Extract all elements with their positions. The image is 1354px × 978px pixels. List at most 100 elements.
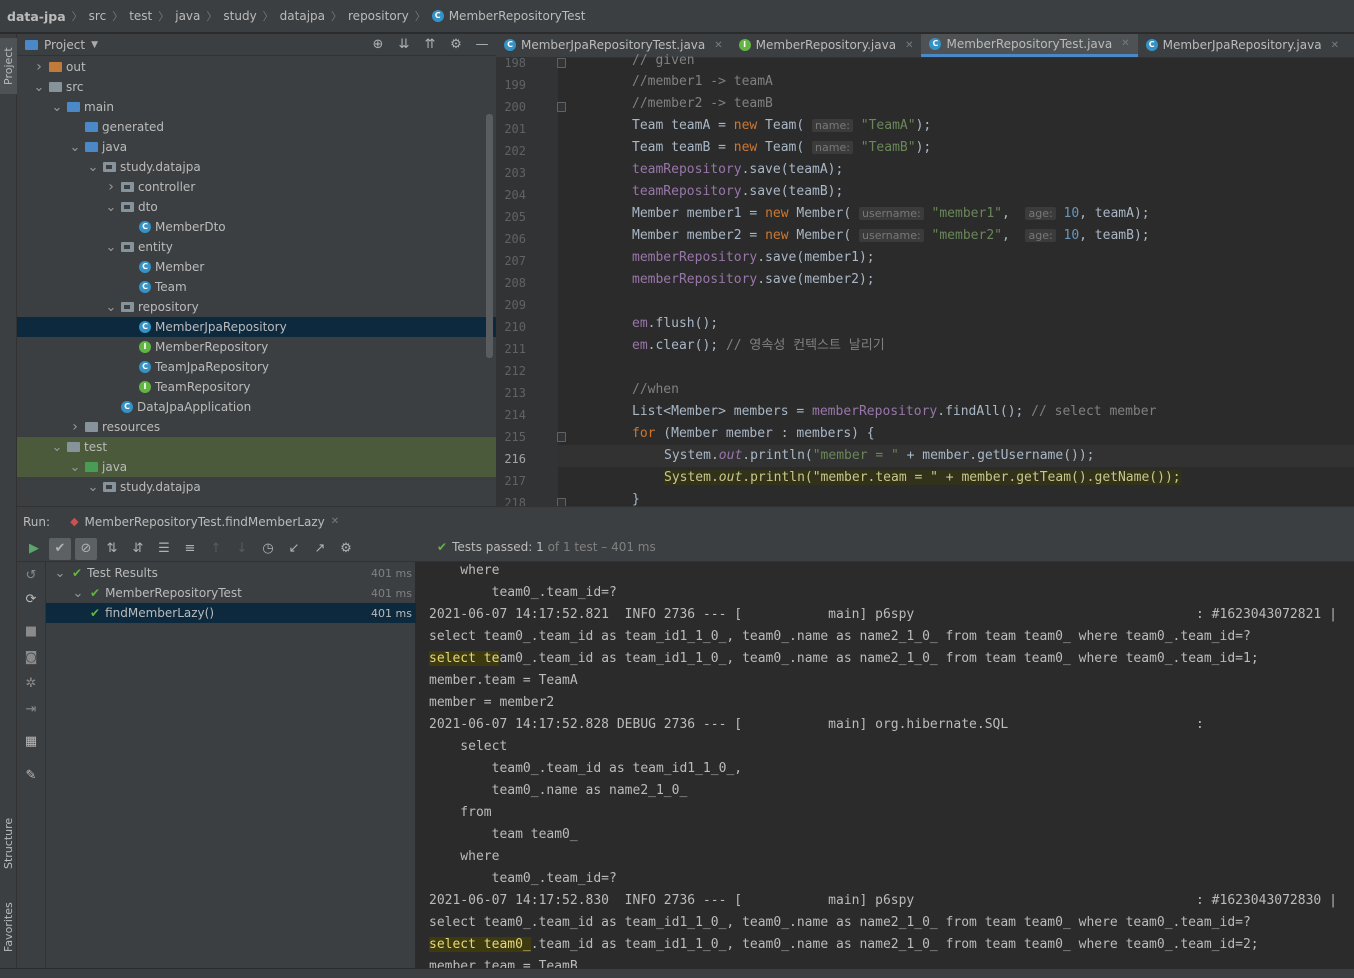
show-passed-icon[interactable]: ✔ [49, 537, 71, 560]
pin-icon[interactable]: ✎ [23, 768, 39, 784]
toggle-auto-test-icon[interactable]: ⟳ [23, 592, 39, 608]
tree-item[interactable]: ⌄ study.datajpa [17, 477, 496, 497]
tree-item[interactable]: › resources [17, 417, 496, 437]
breadcrumb-item-file[interactable]: MemberRepositoryTest [449, 9, 586, 23]
chevron-down-icon[interactable]: ⌄ [69, 460, 81, 475]
chevron-down-icon[interactable]: ⌄ [51, 100, 63, 115]
rerun-failed-icon[interactable]: ↺ [23, 568, 39, 584]
tree-item[interactable]: ⌄ study.datajpa [17, 157, 496, 177]
tree-item[interactable]: › controller [17, 177, 496, 197]
tree-item[interactable]: ⌄ main [17, 97, 496, 117]
chevron-down-icon[interactable]: ⌄ [33, 80, 45, 95]
tree-item[interactable]: ⌄ entity [17, 237, 496, 257]
tree-item[interactable]: C TeamJpaRepository [17, 357, 496, 377]
chevron-down-icon[interactable]: ⌄ [54, 566, 66, 581]
expand-all-icon[interactable]: ⇊ [396, 37, 412, 53]
tree-item[interactable]: ⌄ java [17, 137, 496, 157]
tree-item[interactable]: ⌄ dto [17, 197, 496, 217]
chevron-down-icon[interactable]: ⌄ [105, 300, 117, 315]
chevron-down-icon[interactable]: ⌄ [105, 200, 117, 215]
favorites-tool-tab[interactable]: Favorites [0, 892, 17, 962]
tree-item[interactable]: ⌄ repository [17, 297, 496, 317]
tree-scrollbar[interactable] [486, 114, 493, 358]
export-tests-icon[interactable]: ↗ [309, 538, 331, 560]
sort-alpha-icon[interactable]: ⇅ [101, 538, 123, 560]
editor-tab[interactable]: CMember.j [1347, 34, 1354, 57]
chevron-down-icon[interactable]: ⌄ [87, 480, 99, 495]
tree-item[interactable]: ⌄ src [17, 77, 496, 97]
close-icon[interactable]: ✕ [714, 40, 722, 51]
tree-item[interactable]: ⌄ java [17, 457, 496, 477]
fold-marker-icon[interactable] [557, 58, 566, 68]
locate-icon[interactable]: ⊕ [370, 37, 386, 53]
tree-item[interactable]: C DataJpaApplication [17, 397, 496, 417]
dropdown-arrow-icon[interactable]: ▼ [91, 40, 98, 50]
test-result-row[interactable]: ⌄ ✔ MemberRepositoryTest 401 ms [46, 583, 416, 603]
tree-item[interactable]: I TeamRepository [17, 377, 496, 397]
editor-tab[interactable]: C MemberJpaRepositoryTest.java ✕ [496, 34, 731, 57]
breadcrumb-item-project[interactable]: data-jpa [7, 9, 66, 24]
tree-item[interactable]: C MemberJpaRepository [17, 317, 496, 337]
chevron-down-icon[interactable]: ⌄ [51, 440, 63, 455]
camera-icon[interactable]: ◙ [23, 650, 39, 666]
import-tests-icon[interactable]: ↙ [283, 538, 305, 560]
show-ignored-icon[interactable]: ⊘ [75, 537, 97, 560]
tree-item[interactable]: C Member [17, 257, 496, 277]
expand-all-icon[interactable]: ☰ [153, 538, 175, 560]
editor-tab[interactable]: C MemberJpaRepository.java ✕ [1138, 34, 1347, 57]
close-icon[interactable]: ✕ [1121, 38, 1129, 49]
close-icon[interactable]: ✕ [331, 516, 339, 527]
breadcrumb-item-src[interactable]: src [89, 9, 107, 23]
status-bar [0, 968, 1354, 978]
stop-icon[interactable]: ■ [23, 624, 39, 640]
structure-tool-tab[interactable]: Structure [0, 810, 17, 876]
tree-item[interactable]: C Team [17, 277, 496, 297]
chevron-right-icon[interactable]: › [105, 179, 117, 195]
history-icon[interactable]: ◷ [257, 538, 279, 560]
debug-icon[interactable]: ✲ [23, 676, 39, 692]
collapse-all-icon[interactable]: ≡ [179, 538, 201, 560]
close-icon[interactable]: ✕ [905, 40, 913, 51]
console-output[interactable]: where team0_.team_id=? 2021-06-07 14:17:… [416, 562, 1354, 978]
project-panel-title[interactable]: Project [44, 38, 85, 52]
gear-icon[interactable]: ⚙ [448, 37, 464, 53]
test-result-row[interactable]: ✔ findMemberLazy() 401 ms [46, 603, 416, 623]
close-icon[interactable]: ✕ [1331, 40, 1339, 51]
editor-tab[interactable]: I MemberRepository.java ✕ [731, 34, 922, 57]
chevron-down-icon[interactable]: ⌄ [105, 240, 117, 255]
fold-marker-icon[interactable] [557, 498, 566, 506]
tree-item[interactable]: generated [17, 117, 496, 137]
collapse-all-icon[interactable]: ⇈ [422, 37, 438, 53]
code-line: memberRepository.save(member2); [632, 269, 875, 291]
chevron-down-icon[interactable]: ⌄ [72, 586, 84, 601]
sort-duration-icon[interactable]: ⇵ [127, 538, 149, 560]
code-text: .clear(); [647, 338, 726, 353]
editor-tab[interactable]: C MemberRepositoryTest.java ✕ [921, 34, 1138, 57]
rerun-icon[interactable]: ▶ [23, 538, 45, 560]
chevron-right-icon[interactable]: › [33, 59, 45, 75]
layout-icon[interactable]: ▦ [23, 734, 39, 750]
code-line: System.out.println("member.team = " + me… [664, 467, 1181, 489]
tree-item[interactable]: › out [17, 57, 496, 77]
fold-marker-icon[interactable] [557, 102, 566, 112]
tree-item[interactable]: ⌄ test [17, 437, 496, 457]
chevron-down-icon[interactable]: ⌄ [87, 160, 99, 175]
breadcrumb-item-study[interactable]: study [223, 9, 256, 23]
hide-icon[interactable]: — [474, 37, 490, 53]
gear-icon[interactable]: ⚙ [335, 538, 357, 560]
fold-marker-icon[interactable] [557, 432, 566, 442]
next-failed-icon[interactable]: ↓ [231, 538, 253, 560]
chevron-down-icon[interactable]: ⌄ [69, 140, 81, 155]
breadcrumb-item-datajpa[interactable]: datajpa [280, 9, 325, 23]
exit-icon[interactable]: ⇥ [23, 702, 39, 718]
breadcrumb-item-test[interactable]: test [129, 9, 152, 23]
tree-item[interactable]: I MemberRepository [17, 337, 496, 357]
breadcrumb-item-repository[interactable]: repository [348, 9, 409, 23]
run-config-tab[interactable]: ◆ MemberRepositoryTest.findMemberLazy ✕ [70, 515, 339, 529]
tree-item[interactable]: C MemberDto [17, 217, 496, 237]
prev-failed-icon[interactable]: ↑ [205, 538, 227, 560]
chevron-right-icon[interactable]: › [69, 419, 81, 435]
project-tool-tab[interactable]: Project [0, 38, 17, 94]
test-result-row[interactable]: ⌄ ✔ Test Results 401 ms [46, 563, 416, 583]
breadcrumb-item-java[interactable]: java [175, 9, 200, 23]
